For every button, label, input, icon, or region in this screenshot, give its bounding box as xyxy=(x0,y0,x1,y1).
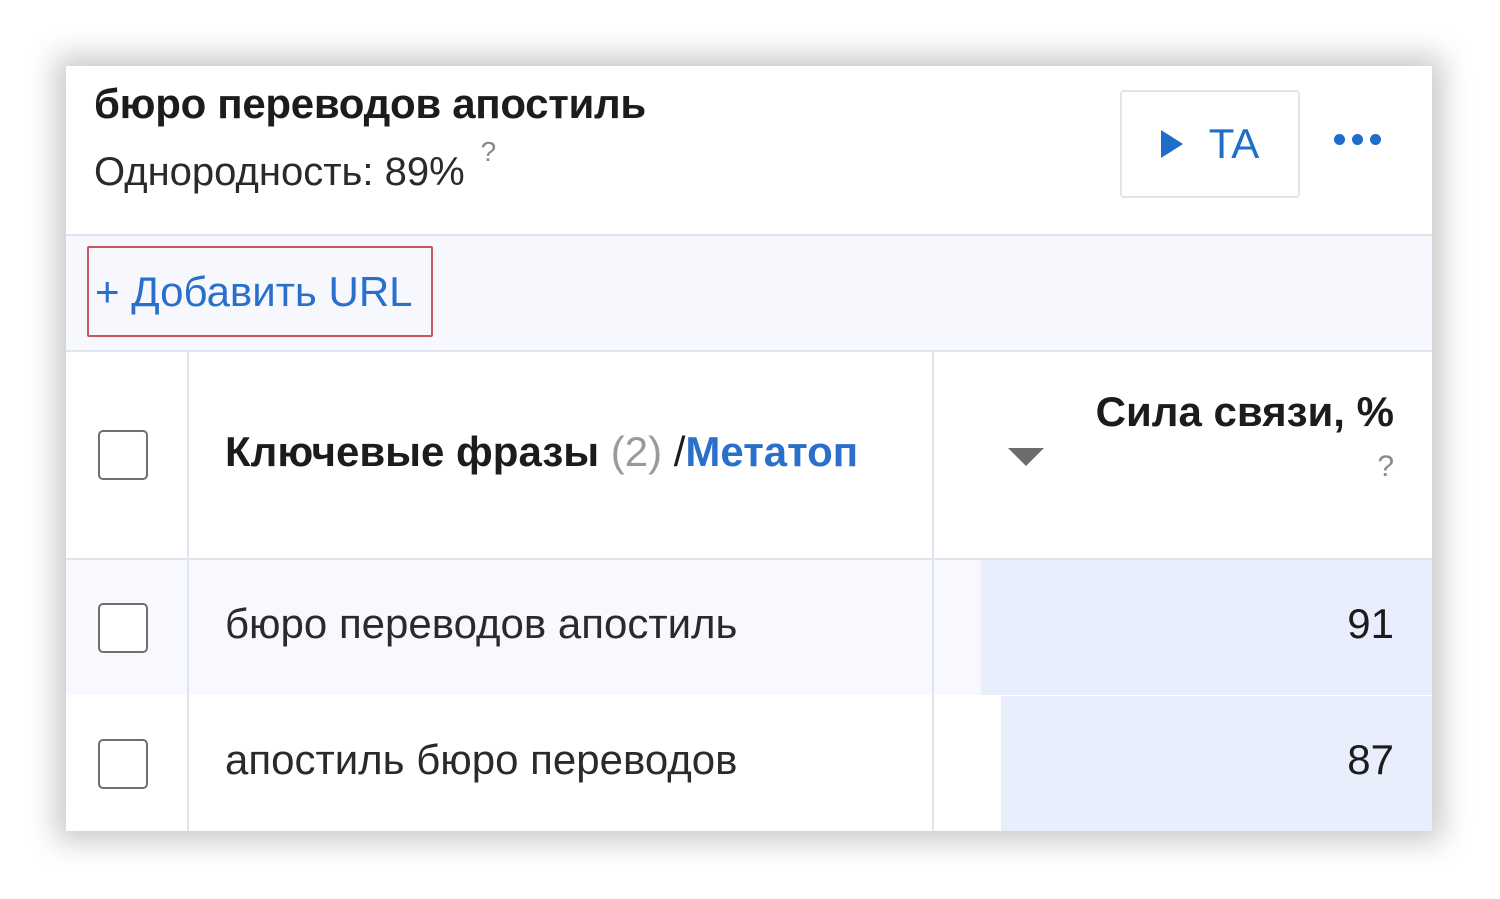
cluster-title: бюро переводов апостиль xyxy=(94,80,646,127)
play-icon xyxy=(1160,130,1183,158)
phrases-column-header: Ключевые фразы (2) /Метатоп xyxy=(225,428,858,476)
phrase-cell: бюро переводов апостиль xyxy=(225,600,738,647)
homogeneity-help-icon[interactable]: ? xyxy=(481,136,497,167)
column-divider xyxy=(187,352,189,831)
homogeneity: Однородность: 89%? xyxy=(94,136,496,195)
table-header: Ключевые фразы (2) /Метатоп Сила связи, … xyxy=(66,352,1432,560)
add-url-row: + Добавить URL xyxy=(66,236,1432,352)
more-dot xyxy=(1370,134,1381,145)
more-dot xyxy=(1334,134,1345,145)
strength-column-header[interactable]: Сила связи, % xyxy=(1096,388,1394,436)
card-header: бюро переводов апостиль Однородность: 89… xyxy=(66,66,1432,236)
ta-button[interactable]: TA xyxy=(1120,90,1300,198)
phrases-label: Ключевые фразы xyxy=(225,428,600,475)
strength-help-icon[interactable]: ? xyxy=(1377,450,1394,484)
column-divider xyxy=(932,352,934,831)
add-url-button[interactable]: + Добавить URL xyxy=(87,246,433,337)
row-checkbox[interactable] xyxy=(98,603,148,653)
strength-value: 91 xyxy=(1347,600,1394,647)
homogeneity-text: Однородность: 89% xyxy=(94,150,465,194)
sort-caret-icon[interactable] xyxy=(1008,448,1044,466)
metatop-link[interactable]: Метатоп xyxy=(685,428,858,475)
cluster-card: бюро переводов апостиль Однородность: 89… xyxy=(66,66,1432,831)
row-checkbox[interactable] xyxy=(98,739,148,789)
ta-button-label: TA xyxy=(1208,120,1260,167)
table-row: бюро переводов апостиль 91 xyxy=(66,560,1432,695)
more-options-icon[interactable] xyxy=(1334,134,1381,145)
phrase-cell: апостиль бюро переводов xyxy=(225,736,738,783)
table-row: апостиль бюро переводов 87 xyxy=(66,696,1432,831)
select-all-checkbox[interactable] xyxy=(98,430,148,480)
phrases-separator: / xyxy=(673,428,686,475)
more-dot xyxy=(1352,134,1363,145)
phrases-count: (2) xyxy=(610,428,663,475)
strength-value: 87 xyxy=(1347,736,1394,783)
